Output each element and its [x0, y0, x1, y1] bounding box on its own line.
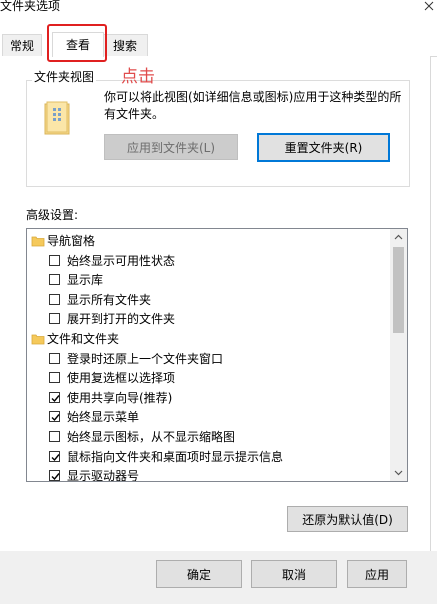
annotation-text: 点击	[121, 67, 155, 87]
checkbox-unchecked[interactable]	[49, 293, 60, 305]
restore-defaults-button[interactable]: 还原为默认值(D)	[287, 506, 408, 532]
setting-label: 登录时还原上一个文件夹窗口	[67, 351, 224, 366]
checkbox-unchecked[interactable]	[49, 431, 60, 442]
tree-group-label: 文件和文件夹	[47, 332, 120, 346]
advanced-settings-label: 高级设置:	[26, 208, 79, 222]
folder-icon	[31, 332, 45, 346]
ok-button[interactable]: 确定	[156, 560, 242, 588]
annotation-highlight-box	[47, 24, 107, 62]
checkbox-unchecked[interactable]	[49, 352, 60, 364]
vertical-scrollbar[interactable]	[390, 229, 407, 481]
setting-label: 始终显示菜单	[67, 410, 140, 425]
checkbox-checked[interactable]	[49, 391, 60, 403]
navigation-pane-icon	[31, 234, 45, 248]
folder-views-description: 你可以将此视图(如详细信息或图标)应用于这种类型的所有文件夹。	[104, 90, 402, 121]
checkbox-checked[interactable]	[49, 411, 60, 423]
checkbox-unchecked[interactable]	[49, 372, 60, 384]
reset-folders-button[interactable]: 重置文件夹(R)	[257, 133, 390, 162]
apply-to-folders-button[interactable]: 应用到文件夹(L)	[104, 134, 238, 160]
apply-button[interactable]: 应用	[347, 560, 407, 588]
window-title: 文件夹选项	[0, 0, 61, 13]
setting-label: 显示库	[67, 273, 104, 288]
scroll-thumb[interactable]	[393, 247, 404, 333]
setting-label: 显示驱动器号	[67, 469, 140, 482]
checkbox-unchecked[interactable]	[49, 313, 60, 325]
folder-views-legend: 文件夹视图	[32, 70, 97, 84]
checkbox-unchecked[interactable]	[49, 274, 60, 286]
checkbox-checked[interactable]	[49, 470, 60, 481]
close-icon[interactable]	[423, 0, 435, 12]
checkbox-unchecked[interactable]	[49, 254, 60, 266]
setting-label: 显示所有文件夹	[67, 292, 152, 307]
folder-views-icon	[42, 100, 72, 136]
setting-label: 展开到打开的文件夹	[67, 312, 176, 327]
scroll-down-icon[interactable]	[390, 464, 407, 481]
advanced-settings-tree[interactable]: 导航窗格始终显示可用性状态 显示库显示所有文件夹展开到打开的文件夹文件和文件夹登录…	[26, 228, 408, 482]
setting-label: 始终显示可用性状态	[67, 253, 176, 268]
setting-label: 始终显示图标，从不显示缩略图	[67, 430, 236, 444]
scroll-up-icon[interactable]	[390, 229, 407, 246]
tree-group-label: 导航窗格	[47, 234, 96, 248]
setting-label: 使用复选框以选择项	[67, 371, 176, 386]
setting-label: 使用共享向导(推荐)	[67, 390, 173, 405]
tab-general[interactable]: 常规	[2, 34, 42, 57]
checkbox-checked[interactable]	[49, 450, 60, 462]
cancel-button[interactable]: 取消	[251, 560, 337, 588]
tab-search[interactable]: 搜索	[102, 34, 148, 57]
setting-label: 鼠标指向文件夹和桌面项时显示提示信息	[67, 449, 284, 464]
